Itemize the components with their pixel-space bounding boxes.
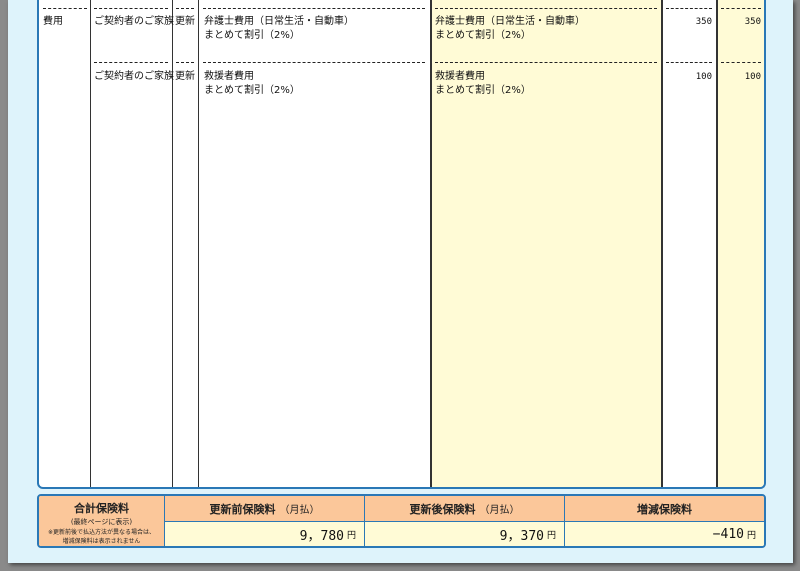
document-page: 費用 ご契約者のご家族 更新 弁護士費用（日常生活・自動車） まとめて割引（2%… (8, 0, 793, 563)
insured-cell: ご契約者のご家族 (94, 71, 174, 82)
total-premium-title: 合計保険料 (74, 502, 129, 515)
coverage-table: 費用 ご契約者のご家族 更新 弁護士費用（日常生活・自動車） まとめて割引（2%… (37, 0, 766, 489)
status-cell: 更新 (175, 16, 195, 27)
row-separator (94, 8, 168, 9)
category-cell: 費用 (43, 16, 63, 27)
diff-premium-header: 増減保険料 (565, 496, 764, 522)
total-premium-subtitle: (最終ページに表示) (70, 518, 133, 526)
column-divider (198, 0, 199, 487)
column-divider (716, 0, 718, 487)
total-premium-note: ※更新前後で払込方法が異なる場合は、 (47, 529, 156, 536)
before-discount-cell: まとめて割引（2%） (204, 85, 300, 96)
before-premium-amount: 9，780 (299, 528, 344, 544)
after-premium-cell: 350 (744, 17, 761, 27)
column-divider (661, 0, 663, 487)
row-separator (176, 8, 194, 9)
diff-premium-amount: −410 (712, 526, 744, 542)
after-coverage-cell: 弁護士費用（日常生活・自動車） (435, 16, 585, 27)
yen-unit: 円 (546, 530, 556, 541)
row-separator (721, 8, 761, 9)
row-separator (94, 62, 168, 63)
before-coverage-cell: 救援者費用 (204, 71, 254, 82)
after-premium-amount: 9，370 (499, 528, 544, 544)
before-premium-header-label: 更新前保険料 (209, 502, 276, 516)
after-premium-header: 更新後保険料 （月払） (365, 496, 565, 522)
row-separator (435, 8, 657, 9)
before-premium-cell: 350 (695, 17, 712, 27)
before-premium-value: 9，780 円 (165, 522, 365, 546)
before-coverage-cell: 弁護士費用（日常生活・自動車） (204, 16, 354, 27)
row-separator (176, 62, 194, 63)
row-separator (721, 62, 761, 63)
before-premium-cell: 100 (695, 72, 712, 82)
total-premium-label: 合計保険料 (最終ページに表示) ※更新前後で払込方法が異なる場合は、 増減保険… (39, 496, 165, 546)
column-divider (90, 0, 91, 487)
diff-premium-header-label: 増減保険料 (637, 502, 692, 516)
row-separator (666, 8, 712, 9)
yen-unit: 円 (346, 530, 356, 541)
before-discount-cell: まとめて割引（2%） (204, 30, 300, 41)
row-separator (203, 8, 425, 9)
yen-unit: 円 (746, 530, 756, 541)
before-premium-header: 更新前保険料 （月払） (165, 496, 365, 522)
column-divider (430, 0, 432, 487)
total-premium-note: 増減保険料は表示されません (62, 538, 141, 545)
before-premium-header-suffix: （月払） (279, 505, 320, 516)
row-separator (435, 62, 657, 63)
premium-summary: 合計保険料 (最終ページに表示) ※更新前後で払込方法が異なる場合は、 増減保険… (37, 494, 766, 548)
after-discount-cell: まとめて割引（2%） (435, 30, 531, 41)
after-premium-header-suffix: （月払） (479, 505, 520, 516)
row-separator (43, 8, 87, 9)
after-discount-cell: まとめて割引（2%） (435, 85, 531, 96)
insured-cell: ご契約者のご家族 (94, 16, 174, 27)
after-premium-value: 9，370 円 (365, 522, 565, 546)
after-premium-header-label: 更新後保険料 (409, 502, 476, 516)
diff-premium-value: −410 円 (565, 522, 764, 546)
row-separator (666, 62, 712, 63)
after-coverage-cell: 救援者費用 (435, 71, 485, 82)
after-premium-cell: 100 (744, 72, 761, 82)
status-cell: 更新 (175, 71, 195, 82)
row-separator (203, 62, 425, 63)
